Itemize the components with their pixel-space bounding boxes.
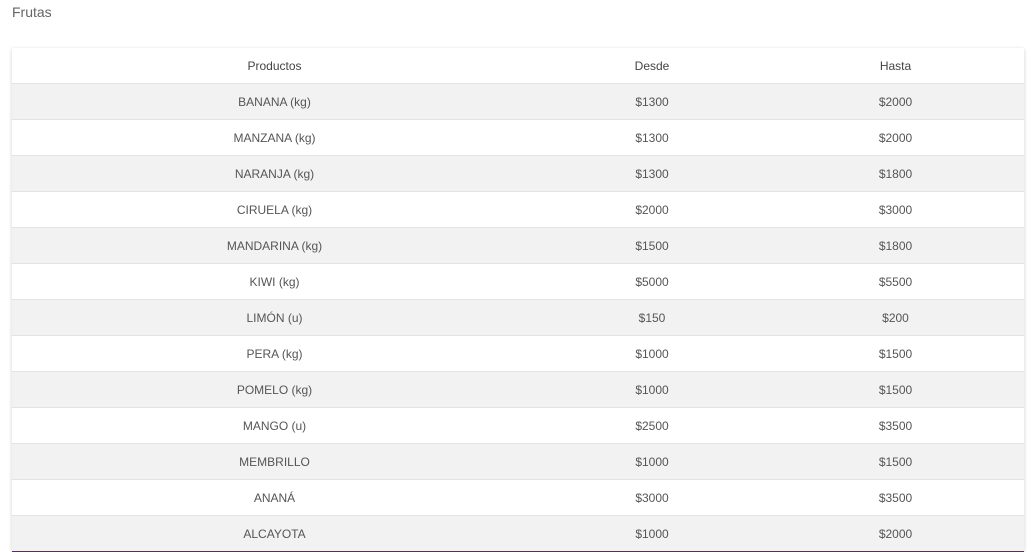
cell-price-to: $1500 [767, 335, 1024, 372]
cell-price-to: $5500 [767, 263, 1024, 300]
table-row: POMELO (kg) $1000 $1500 [12, 371, 1024, 408]
column-header-hasta: Hasta [767, 48, 1024, 84]
cell-product: MANGO (u) [12, 407, 537, 444]
table-row: LIMÓN (u) $150 $200 [12, 299, 1024, 336]
table-row: MEMBRILLO $1000 $1500 [12, 443, 1024, 480]
cell-price-to: $1800 [767, 227, 1024, 264]
cell-price-from: $1000 [537, 335, 767, 372]
cell-price-from: $3000 [537, 479, 767, 516]
section-title: Frutas [12, 4, 52, 20]
cell-price-to: $1800 [767, 155, 1024, 192]
table-row: MANZANA (kg) $1300 $2000 [12, 119, 1024, 156]
cell-price-to: $200 [767, 299, 1024, 336]
cell-price-to: $2000 [767, 515, 1024, 551]
table-row: ANANÁ $3000 $3500 [12, 479, 1024, 516]
prices-table-container: Productos Desde Hasta BANANA (kg) $1300 … [12, 48, 1024, 552]
cell-product: MANDARINA (kg) [12, 227, 537, 264]
column-header-productos: Productos [12, 48, 537, 84]
cell-price-from: $1300 [537, 155, 767, 192]
cell-price-from: $2500 [537, 407, 767, 444]
cell-product: MANZANA (kg) [12, 119, 537, 156]
cell-price-from: $1000 [537, 371, 767, 408]
cell-product: CIRUELA (kg) [12, 191, 537, 228]
cell-price-from: $1300 [537, 83, 767, 120]
cell-price-to: $3500 [767, 407, 1024, 444]
table-row: NARANJA (kg) $1300 $1800 [12, 155, 1024, 192]
cell-price-from: $150 [537, 299, 767, 336]
table-row: ALCAYOTA $1000 $2000 [12, 515, 1024, 551]
table-row: MANGO (u) $2500 $3500 [12, 407, 1024, 444]
cell-price-to: $1500 [767, 371, 1024, 408]
cell-price-to: $3500 [767, 479, 1024, 516]
cell-price-to: $3000 [767, 191, 1024, 228]
cell-price-from: $1000 [537, 515, 767, 551]
cell-price-from: $1300 [537, 119, 767, 156]
cell-price-from: $1500 [537, 227, 767, 264]
table-row: MANDARINA (kg) $1500 $1800 [12, 227, 1024, 264]
cell-product: MEMBRILLO [12, 443, 537, 480]
table-row: CIRUELA (kg) $2000 $3000 [12, 191, 1024, 228]
cell-product: LIMÓN (u) [12, 299, 537, 336]
cell-price-to: $1500 [767, 443, 1024, 480]
cell-product: KIWI (kg) [12, 263, 537, 300]
cell-price-from: $1000 [537, 443, 767, 480]
cell-product: BANANA (kg) [12, 83, 537, 120]
cell-product: PERA (kg) [12, 335, 537, 372]
prices-table: Productos Desde Hasta BANANA (kg) $1300 … [12, 48, 1024, 551]
cell-product: ANANÁ [12, 479, 537, 516]
cell-price-from: $2000 [537, 191, 767, 228]
table-header-row: Productos Desde Hasta [12, 48, 1024, 84]
table-row: BANANA (kg) $1300 $2000 [12, 83, 1024, 120]
cell-price-to: $2000 [767, 83, 1024, 120]
cell-product: ALCAYOTA [12, 515, 537, 551]
cell-price-to: $2000 [767, 119, 1024, 156]
table-row: KIWI (kg) $5000 $5500 [12, 263, 1024, 300]
cell-product: NARANJA (kg) [12, 155, 537, 192]
cell-product: POMELO (kg) [12, 371, 537, 408]
table-row: PERA (kg) $1000 $1500 [12, 335, 1024, 372]
cell-price-from: $5000 [537, 263, 767, 300]
column-header-desde: Desde [537, 48, 767, 84]
